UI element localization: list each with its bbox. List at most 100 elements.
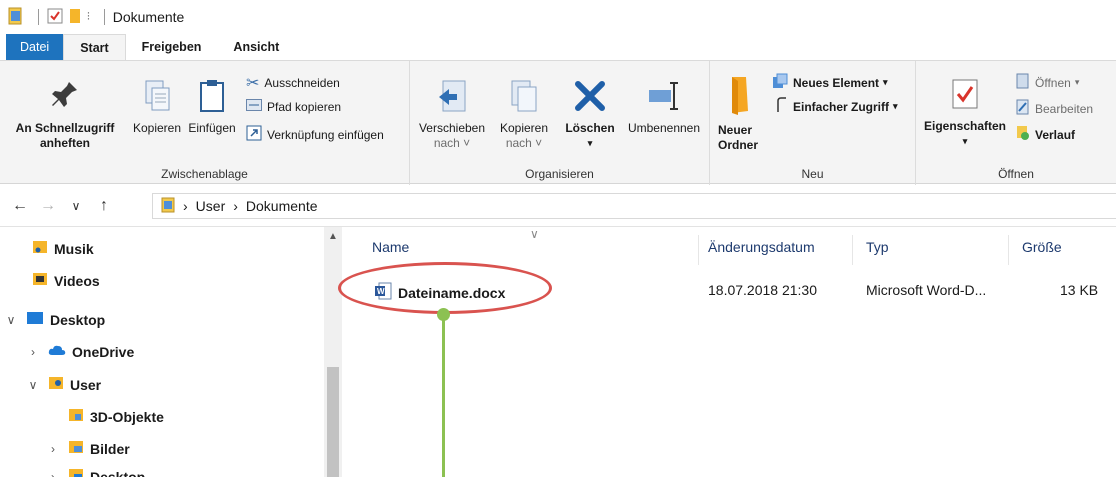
back-arrow-icon[interactable]: ←: [6, 197, 34, 215]
open-group: Eigenschaften ▾ Öffnen ▾ Bearbeiten Verl…: [916, 61, 1116, 185]
collapsed-chevron-icon[interactable]: ›: [46, 470, 60, 477]
nav-item-user[interactable]: ∨ User: [26, 375, 102, 394]
title-separator: [38, 9, 39, 25]
history-button[interactable]: Verlauf: [1016, 125, 1075, 144]
nav-label-onedrive: OneDrive: [72, 343, 135, 360]
tab-share[interactable]: Freigeben: [126, 34, 218, 60]
file-row-date[interactable]: 18.07.2018 21:30: [708, 282, 817, 298]
nav-item-desktop-root[interactable]: ∨ Desktop: [4, 311, 106, 328]
tab-file[interactable]: Datei: [6, 34, 64, 60]
clipboard-group-label: Zwischenablage: [161, 167, 248, 181]
new-folder-label-line2: Ordner: [718, 138, 759, 152]
column-divider[interactable]: [1008, 235, 1009, 265]
nav-item-3d-objects[interactable]: 3D-Objekte: [68, 407, 164, 426]
column-divider[interactable]: [852, 235, 853, 265]
edit-button[interactable]: Bearbeiten: [1016, 99, 1093, 118]
paste-button[interactable]: Einfügen: [186, 79, 238, 136]
column-divider[interactable]: [698, 235, 699, 265]
nav-item-onedrive[interactable]: › OneDrive: [26, 343, 134, 360]
paste-shortcut-button[interactable]: Verknüpfung einfügen: [246, 125, 384, 144]
nav-label-videos: Videos: [54, 272, 100, 289]
move-to-button[interactable]: Verschieben nach ˅: [414, 79, 490, 151]
rename-button[interactable]: Umbenennen: [622, 79, 706, 136]
copy-to-label-line2: nach ˅: [505, 136, 543, 150]
copy-to-label-line1: Kopieren: [499, 121, 549, 135]
folder-app-icon[interactable]: [8, 7, 24, 28]
open-button[interactable]: Öffnen ▾: [1016, 73, 1079, 92]
column-header-size[interactable]: Größe: [1022, 239, 1062, 255]
breadcrumb-user[interactable]: User: [196, 198, 226, 214]
column-header-date[interactable]: Änderungsdatum: [708, 239, 815, 255]
file-row-type[interactable]: Microsoft Word-D...: [866, 282, 986, 298]
move-to-label-line2: nach ˅: [433, 136, 471, 150]
nav-item-pictures[interactable]: › Bilder: [46, 439, 130, 458]
nav-scrollbar[interactable]: ▲: [324, 227, 342, 477]
location-icon: [161, 197, 175, 216]
easy-access-label: Einfacher Zugriff: [793, 99, 890, 114]
expanded-chevron-icon[interactable]: ∨: [4, 313, 18, 327]
copy-path-label: Pfad kopieren: [267, 99, 342, 114]
copy-to-button[interactable]: Kopieren nach ˅: [492, 79, 556, 151]
navigation-pane: Musik Videos ∨ Desktop › OneDrive ∨ User…: [0, 227, 342, 477]
properties-button[interactable]: Eigenschaften ▾: [920, 77, 1010, 149]
properties-dropdown-icon[interactable]: ▾: [920, 134, 1010, 149]
rename-label: Umbenennen: [627, 121, 701, 135]
delete-button[interactable]: Löschen ▾: [560, 79, 620, 151]
tab-view[interactable]: Ansicht: [217, 34, 295, 60]
new-item-button[interactable]: Neues Element ▾: [772, 73, 888, 92]
new-item-dropdown-icon[interactable]: ▾: [883, 77, 888, 88]
callout-pin-line: [442, 313, 445, 477]
pin-label-line1: An Schnellzugriff: [15, 121, 115, 135]
shortcut-icon: [246, 125, 262, 144]
column-header-type[interactable]: Typ: [866, 239, 889, 255]
nav-label-3d-objects: 3D-Objekte: [90, 408, 164, 425]
properties-quick-icon[interactable]: [47, 8, 63, 27]
paste-shortcut-label: Verknüpfung einfügen: [267, 127, 384, 142]
new-folder-button[interactable]: Neuer Ordner: [718, 75, 766, 153]
up-arrow-icon[interactable]: ↑: [90, 197, 118, 215]
copy-path-button[interactable]: Pfad kopieren: [246, 99, 341, 114]
paste-label: Einfügen: [188, 121, 236, 135]
nav-label-pictures: Bilder: [90, 440, 130, 457]
copy-button[interactable]: Kopieren: [130, 79, 184, 136]
breadcrumb-separator-icon[interactable]: ›: [183, 198, 188, 214]
open-dropdown-icon[interactable]: ▾: [1075, 77, 1080, 88]
breadcrumb-separator-icon[interactable]: ›: [233, 198, 238, 214]
scroll-up-arrow-icon[interactable]: ▲: [324, 231, 342, 242]
edit-icon: [1016, 99, 1030, 118]
column-header-name[interactable]: Name: [372, 239, 409, 255]
expanded-chevron-icon[interactable]: ∨: [26, 378, 40, 392]
history-icon: [1016, 125, 1030, 144]
sort-chevron-icon[interactable]: ∨: [530, 227, 539, 241]
cut-button[interactable]: ✂ Ausschneiden: [246, 73, 340, 93]
collapsed-chevron-icon[interactable]: ›: [46, 442, 60, 456]
organize-group-label: Organisieren: [525, 167, 594, 181]
easy-access-dropdown-icon[interactable]: ▾: [893, 101, 898, 112]
address-bar: ← → ∨ ↑ › User › Dokumente: [0, 185, 1116, 227]
recent-locations-chevron-icon[interactable]: ∨: [62, 199, 90, 213]
breadcrumb-documents[interactable]: Dokumente: [246, 198, 318, 214]
nav-item-videos[interactable]: Videos: [32, 271, 100, 290]
breadcrumb[interactable]: › User › Dokumente: [152, 193, 1116, 219]
nav-item-music[interactable]: Musik: [32, 239, 94, 258]
clipboard-icon: [186, 79, 238, 117]
path-icon: [246, 99, 262, 114]
new-item-icon: [772, 73, 788, 92]
move-to-icon: [414, 79, 490, 117]
nav-scrollbar-thumb[interactable]: [327, 367, 339, 477]
ribbon: An Schnellzugriff anheften Kopieren Einf…: [0, 60, 1116, 185]
customize-quick-access-icon[interactable]: ⫶: [87, 11, 90, 24]
tab-start[interactable]: Start: [63, 34, 126, 60]
copy-label: Kopieren: [132, 121, 182, 135]
delete-dropdown-icon[interactable]: ▾: [560, 136, 620, 151]
new-folder-quick-icon[interactable]: [69, 8, 81, 27]
file-row-size[interactable]: 13 KB: [1060, 282, 1098, 298]
pin-quick-access-button[interactable]: An Schnellzugriff anheften: [4, 79, 126, 151]
forward-arrow-icon[interactable]: →: [34, 197, 62, 215]
nav-item-desktop-sub[interactable]: › Desktop: [46, 467, 145, 477]
easy-access-button[interactable]: Einfacher Zugriff ▾: [772, 97, 898, 116]
open-group-label: Öffnen: [998, 167, 1034, 181]
organize-group: Verschieben nach ˅ Kopieren nach ˅ Lösch…: [410, 61, 710, 185]
desktop-icon: [26, 311, 44, 328]
collapsed-chevron-icon[interactable]: ›: [26, 345, 40, 359]
